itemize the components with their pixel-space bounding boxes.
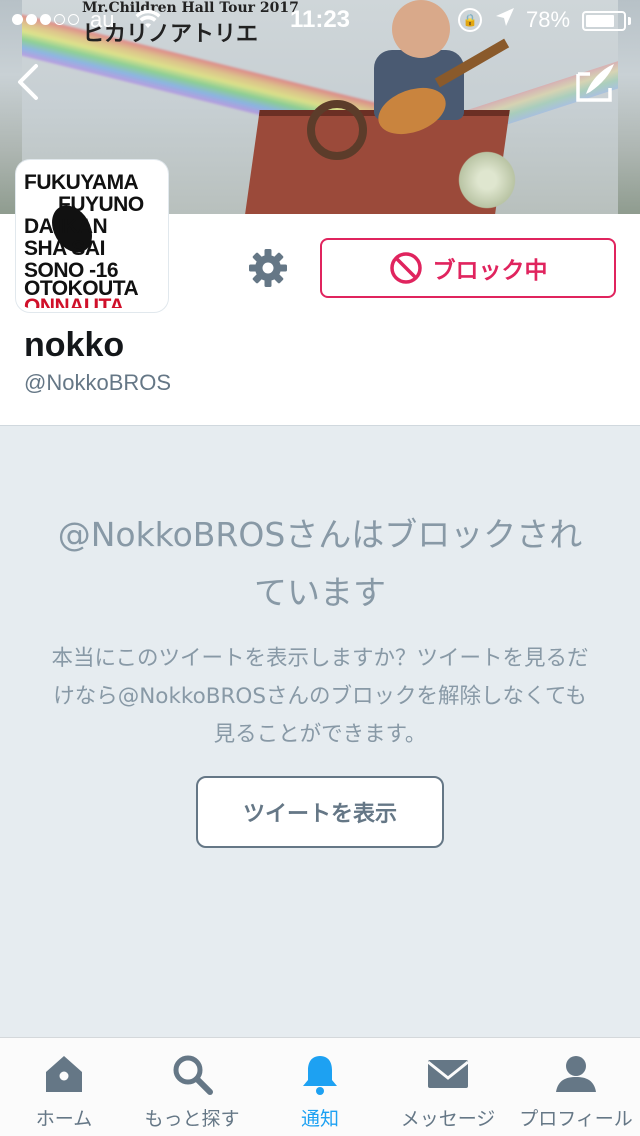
tab-explore[interactable]: もっと探す [128, 1038, 256, 1136]
avatar-text: FUKUYAMA [24, 171, 139, 194]
tab-label: メッセージ [400, 1108, 496, 1130]
tab-label: もっと探す [144, 1108, 240, 1130]
tab-home[interactable]: ホーム [0, 1038, 128, 1136]
tab-label: プロフィール [519, 1108, 633, 1130]
profile-name: nokko [24, 326, 125, 364]
compose-icon [576, 64, 614, 102]
blocked-description: 本当にこのツイートを表示しますか？ツイートを見るだけなら@NokkoBROSさん… [51, 646, 589, 747]
home-icon [46, 1056, 82, 1092]
tab-bar: ホーム もっと探す 通知 メッセージ プロフィール [0, 1037, 640, 1136]
settings-gear-button[interactable] [246, 246, 290, 290]
gear-icon [249, 249, 287, 287]
bell-icon [303, 1056, 337, 1095]
battery-icon [582, 11, 626, 31]
blocked-button[interactable]: ブロック中 [320, 238, 616, 298]
battery-fill [586, 15, 615, 27]
person-icon [556, 1056, 596, 1092]
search-icon [173, 1055, 213, 1095]
status-bar: au 11:23 🔒 78% [0, 0, 640, 40]
battery-tip [628, 17, 631, 25]
compose-tweet-button[interactable] [572, 60, 618, 106]
avatar-text: ONNAUTA [24, 295, 124, 312]
block-icon [389, 252, 422, 284]
rotation-lock-icon: 🔒 [458, 8, 482, 32]
avatar[interactable]: FUKUYAMA FUYUNO DA IKAN SHA SAI SONO -16… [16, 160, 168, 312]
chevron-left-icon [18, 64, 38, 100]
location-arrow-icon [494, 6, 516, 34]
battery-percent: 78% [526, 7, 571, 32]
avatar-image: FUKUYAMA FUYUNO DA IKAN SHA SAI SONO -16… [24, 168, 160, 309]
avatar-text: DA IKAN [24, 215, 108, 238]
fan-shape [452, 150, 522, 210]
avatar-text: SHA SAI [24, 237, 105, 260]
blocked-button-label: ブロック中 [432, 258, 548, 284]
blocked-title: @NokkoBROSさんはブロックされています [57, 515, 583, 612]
back-button[interactable] [12, 62, 48, 102]
show-tweets-button[interactable]: ツイートを表示 [196, 776, 444, 848]
tab-messages[interactable]: メッセージ [384, 1038, 512, 1136]
profile-handle: @NokkoBROS [24, 370, 172, 395]
tab-label: 通知 [300, 1108, 339, 1130]
envelope-icon [427, 1060, 469, 1088]
ship-wheel-shape [307, 100, 367, 160]
tab-profile[interactable]: プロフィール [512, 1038, 640, 1136]
tab-notifications[interactable]: 通知 [256, 1038, 384, 1136]
